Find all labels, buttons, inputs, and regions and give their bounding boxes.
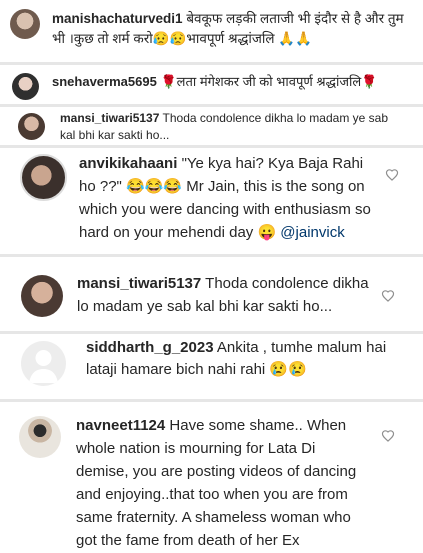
comment-username[interactable]: anvikikahaani	[79, 155, 177, 172]
comment-text: siddharth_g_2023 Ankita , tumhe malum ha…	[86, 337, 406, 381]
comment-body: 🌹लता मंगेशकर जी को भावपूर्ण श्रद्धांजलि🌹	[160, 74, 378, 89]
comment-text: mansi_tiwari5137 Thoda condolence dikha …	[60, 110, 390, 144]
avatar[interactable]	[19, 416, 61, 458]
default-avatar-icon[interactable]	[21, 341, 66, 386]
comment-text: navneet1124 Have some shame.. When whole…	[76, 414, 368, 553]
comment-body: Have some shame.. When whole nation is m…	[76, 417, 357, 549]
heart-outline-icon[interactable]	[385, 168, 399, 181]
comment-item: navneet1124 Have some shame.. When whole…	[0, 402, 423, 553]
comment-item: mansi_tiwari5137 Thoda condolence dikha …	[0, 107, 423, 147]
avatar[interactable]	[10, 9, 40, 39]
heart-outline-icon[interactable]	[381, 289, 395, 302]
comment-username[interactable]: snehaverma5695	[52, 74, 157, 89]
heart-outline-icon[interactable]	[381, 429, 395, 442]
comment-text: manishachaturvedi1 बेवकूफ लड़की लताजी भी…	[52, 9, 417, 49]
comment-text: snehaverma5695 🌹लता मंगेशकर जी को भावपूर…	[52, 73, 417, 91]
comment-username[interactable]: mansi_tiwari5137	[60, 111, 159, 125]
avatar[interactable]	[21, 275, 63, 317]
comment-text: anvikikahaani "Ye kya hai? Kya Baja Rahi…	[79, 152, 371, 244]
comment-item: siddharth_g_2023 Ankita , tumhe malum ha…	[0, 334, 423, 398]
comment-username[interactable]: mansi_tiwari5137	[77, 275, 201, 292]
mention-link[interactable]: @jainvick	[280, 224, 344, 241]
comment-username[interactable]: siddharth_g_2023	[86, 339, 214, 356]
comment-item: manishachaturvedi1 बेवकूफ लड़की लताजी भी…	[0, 0, 423, 60]
comment-text: mansi_tiwari5137 Thoda condolence dikha …	[77, 272, 372, 318]
avatar[interactable]	[18, 113, 45, 140]
comment-username[interactable]: navneet1124	[76, 417, 165, 434]
avatar[interactable]	[20, 154, 67, 201]
comment-username[interactable]: manishachaturvedi1	[52, 11, 183, 26]
avatar[interactable]	[12, 73, 39, 100]
comment-item: mansi_tiwari5137 Thoda condolence dikha …	[0, 257, 423, 330]
comment-item: anvikikahaani "Ye kya hai? Kya Baja Rahi…	[0, 148, 423, 254]
comment-item: snehaverma5695 🌹लता मंगेशकर जी को भावपूर…	[0, 65, 423, 105]
